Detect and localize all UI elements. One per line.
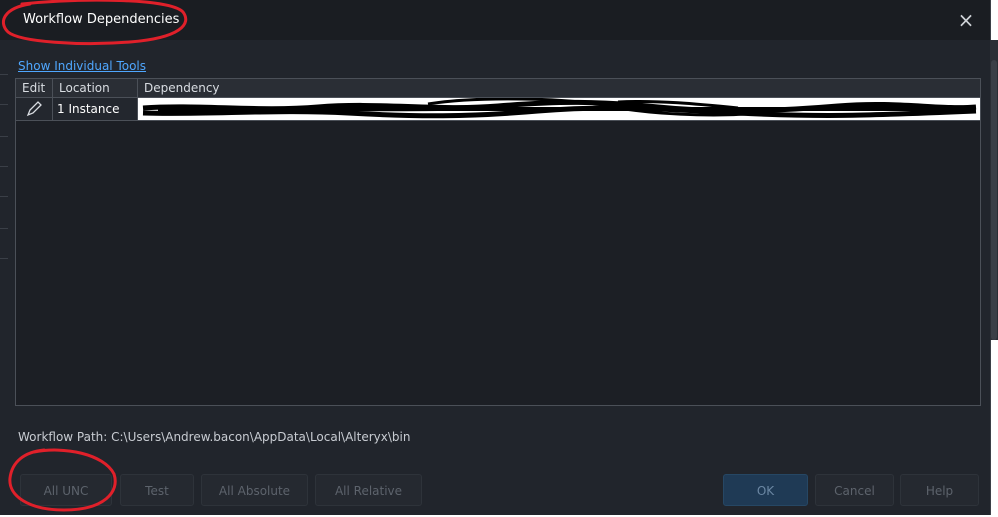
column-header-dependency[interactable]: Dependency (138, 79, 980, 97)
location-cell[interactable]: 1 Instance (53, 98, 138, 120)
show-individual-tools-link[interactable]: Show Individual Tools (18, 59, 146, 73)
close-icon[interactable]: × (954, 8, 978, 32)
scrollbar-thumb[interactable] (991, 60, 997, 340)
workflow-dependencies-dialog: Workflow Dependencies × Show Individual … (0, 0, 991, 515)
table-row[interactable]: 1 Instance (16, 98, 980, 121)
test-button[interactable]: Test (120, 474, 194, 506)
dialog-title: Workflow Dependencies (23, 12, 180, 27)
all-unc-button[interactable]: All UNC (20, 474, 112, 506)
cancel-button[interactable]: Cancel (815, 474, 894, 506)
pencil-icon[interactable] (16, 98, 53, 120)
edit-cell[interactable] (16, 98, 53, 120)
column-header-edit[interactable]: Edit (16, 79, 53, 97)
dependency-cell[interactable] (138, 98, 980, 120)
vertical-scrollbar[interactable] (990, 40, 998, 340)
column-header-location[interactable]: Location (53, 79, 138, 97)
left-edge-ticks (0, 40, 8, 340)
all-relative-button[interactable]: All Relative (315, 474, 422, 506)
grid-header: Edit Location Dependency (16, 79, 980, 98)
scribble-redaction (142, 98, 977, 119)
workflow-path-label: Workflow Path: C:\Users\Andrew.bacon\App… (18, 430, 411, 444)
title-bar: Workflow Dependencies × (0, 0, 990, 40)
all-absolute-button[interactable]: All Absolute (201, 474, 308, 506)
help-button[interactable]: Help (900, 474, 979, 506)
dependencies-grid: Edit Location Dependency 1 Instance (15, 78, 981, 406)
ok-button[interactable]: OK (723, 474, 808, 506)
